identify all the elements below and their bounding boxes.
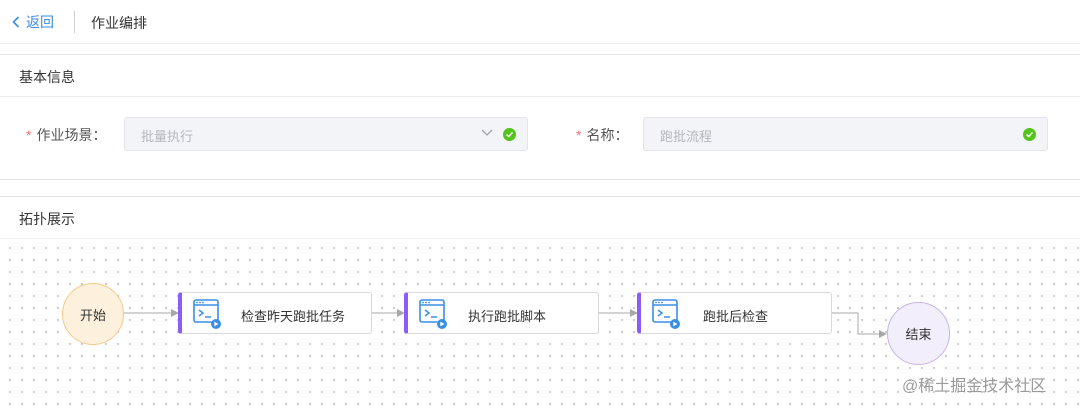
task-node-post-check[interactable]: 跑批后检查 [637, 292, 832, 334]
end-node[interactable]: 结束 [887, 302, 950, 365]
edge-task3-end [831, 312, 887, 338]
watermark: @稀土掘金技术社区 [902, 378, 1047, 395]
terminal-icon [419, 299, 447, 329]
terminal-icon [652, 299, 680, 329]
end-node-label: 结束 [905, 327, 932, 342]
task-node-check-yesterday[interactable]: 检查昨天跑批任务 [178, 292, 372, 334]
task-label: 跑批后检查 [703, 309, 769, 324]
task-node-run-script[interactable]: 执行跑批脚本 [404, 292, 599, 334]
start-node-label: 开始 [79, 307, 106, 323]
task-label: 检查昨天跑批任务 [241, 309, 346, 324]
task-label: 执行跑批脚本 [468, 309, 547, 324]
start-node[interactable]: 开始 [62, 283, 124, 345]
terminal-icon [193, 299, 221, 329]
